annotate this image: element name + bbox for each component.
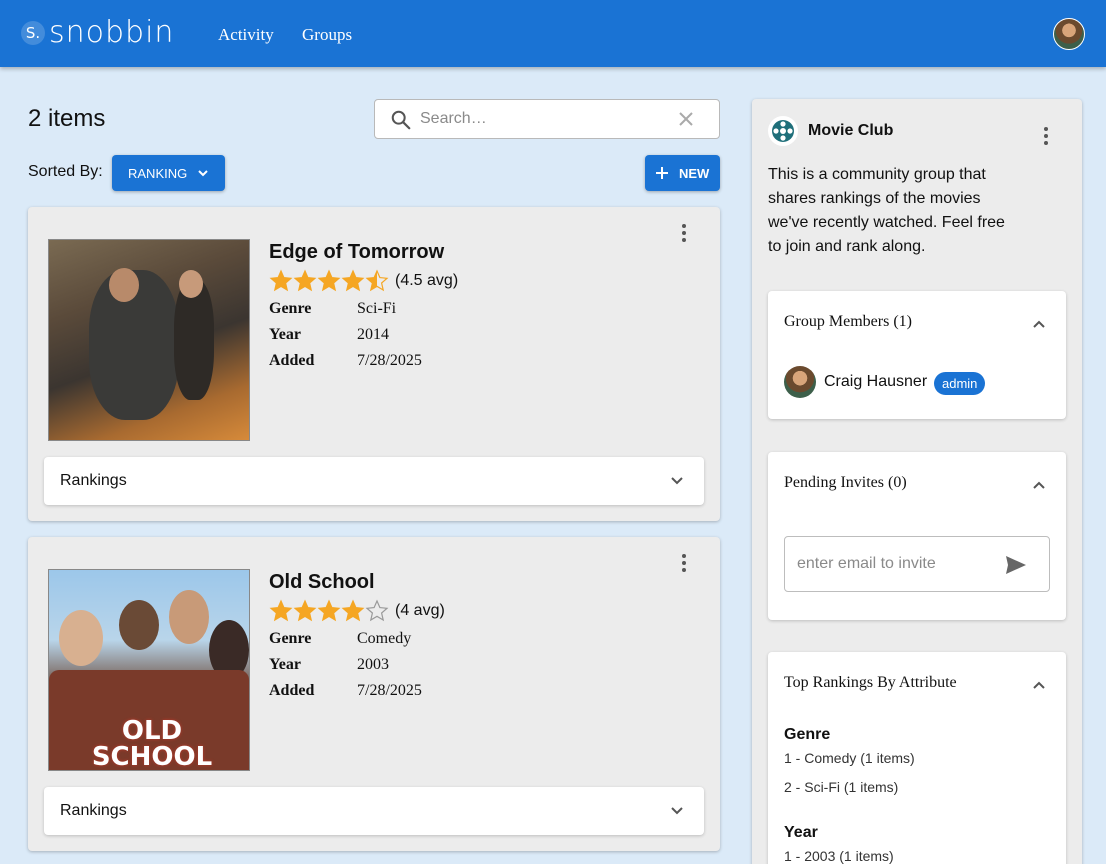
invite-field[interactable]: [784, 536, 1050, 592]
group-description: This is a community group that shares ra…: [768, 166, 1005, 255]
send-icon[interactable]: [1005, 555, 1027, 575]
star-icon: [317, 269, 341, 292]
invite-email-input[interactable]: [797, 537, 997, 591]
top-rankings-panel: Top Rankings By Attribute Genre 1 - Come…: [768, 652, 1066, 864]
logo-text: snobbin: [49, 15, 175, 50]
star-icon: [341, 269, 365, 292]
role-badge: admin: [934, 372, 986, 395]
members-panel: Group Members (1) Craig Hausner admin: [768, 291, 1066, 419]
group-sidebar: Movie Club This is a community group tha…: [752, 99, 1082, 864]
attr-key: Added: [269, 352, 315, 369]
top-rankings-header[interactable]: Top Rankings By Attribute: [784, 674, 957, 692]
item-title: Edge of Tomorrow: [269, 241, 445, 263]
attr-key: Genre: [269, 300, 312, 317]
sort-value: RANKING: [128, 165, 188, 181]
star-icon: [269, 269, 293, 292]
chevron-down-icon: [671, 807, 683, 815]
item-card: OLD SCHOOL Old School (4 avg) Genre Come…: [28, 537, 720, 851]
logo-icon: S.: [21, 21, 45, 45]
ranking-line: 1 - 2003 (1 items): [784, 848, 894, 864]
rankings-accordion[interactable]: Rankings: [44, 787, 704, 835]
avatar: [784, 366, 816, 398]
clear-icon[interactable]: [677, 110, 695, 128]
attr-value: Sci-Fi: [357, 300, 397, 317]
user-avatar[interactable]: [1053, 18, 1085, 50]
more-vert-icon[interactable]: [680, 553, 688, 573]
ranking-line: 1 - Comedy (1 items): [784, 750, 915, 766]
plus-icon: [656, 167, 668, 179]
attr-value: 2014: [357, 326, 389, 343]
avg-rating: (4.5 avg): [395, 272, 459, 289]
attr-value: 2003: [357, 656, 389, 673]
group-name: Movie Club: [808, 122, 894, 139]
star-icon: [317, 599, 341, 622]
rankings-label: Rankings: [60, 472, 127, 489]
star-rating: (4.5 avg): [269, 269, 458, 293]
attr-key: Genre: [269, 630, 312, 647]
item-count: 2 items: [28, 105, 106, 132]
movie-poster: [48, 239, 250, 441]
item-title: Old School: [269, 571, 375, 593]
search-icon: [391, 110, 411, 130]
ranking-attribute: Genre: [784, 726, 831, 743]
chevron-down-icon: [198, 170, 208, 177]
search-input[interactable]: [420, 100, 670, 138]
poster-text: OLD SCHOOL: [91, 716, 213, 771]
star-icon: [341, 599, 365, 622]
nav-activity[interactable]: Activity: [218, 25, 274, 45]
star-icon: [293, 599, 317, 622]
stars: [269, 269, 389, 293]
attr-key: Year: [269, 656, 301, 673]
stars: [269, 599, 389, 623]
film-reel-icon: [768, 116, 798, 146]
chevron-up-icon[interactable]: [1032, 478, 1046, 492]
star-icon: [293, 269, 317, 292]
attr-value: 7/28/2025: [357, 682, 422, 699]
members-header[interactable]: Group Members (1): [784, 313, 912, 331]
star-icon: [269, 599, 293, 622]
chevron-up-icon[interactable]: [1032, 678, 1046, 692]
chevron-down-icon: [671, 477, 683, 485]
sort-select[interactable]: RANKING: [112, 155, 225, 191]
new-label: NEW: [679, 165, 710, 181]
rankings-accordion[interactable]: Rankings: [44, 457, 704, 505]
invites-panel: Pending Invites (0): [768, 452, 1066, 620]
rankings-label: Rankings: [60, 802, 127, 819]
nav-groups[interactable]: Groups: [302, 25, 352, 45]
sorted-by-label: Sorted By:: [28, 163, 103, 180]
logo[interactable]: S. snobbin: [21, 17, 174, 49]
movie-poster: OLD SCHOOL: [48, 569, 250, 771]
attr-value: 7/28/2025: [357, 352, 422, 369]
star-icon: [365, 269, 389, 292]
chevron-up-icon[interactable]: [1032, 317, 1046, 331]
new-item-button[interactable]: NEW: [645, 155, 720, 191]
attr-value: Comedy: [357, 630, 412, 647]
star-rating: (4 avg): [269, 599, 445, 623]
ranking-line: 2 - Sci-Fi (1 items): [784, 779, 899, 795]
member-name: Craig Hausner: [824, 373, 928, 390]
search-box[interactable]: [374, 99, 720, 139]
ranking-attribute: Year: [784, 824, 818, 841]
item-card: Edge of Tomorrow (4.5 avg) Genre Sci-Fi …: [28, 207, 720, 521]
more-vert-icon[interactable]: [680, 223, 688, 243]
attr-key: Added: [269, 682, 315, 699]
star-icon: [365, 599, 389, 622]
app-bar: S. snobbin Activity Groups: [0, 0, 1106, 67]
more-vert-icon[interactable]: [1042, 126, 1050, 146]
invites-header[interactable]: Pending Invites (0): [784, 474, 907, 492]
attr-key: Year: [269, 326, 301, 343]
avg-rating: (4 avg): [395, 602, 445, 619]
